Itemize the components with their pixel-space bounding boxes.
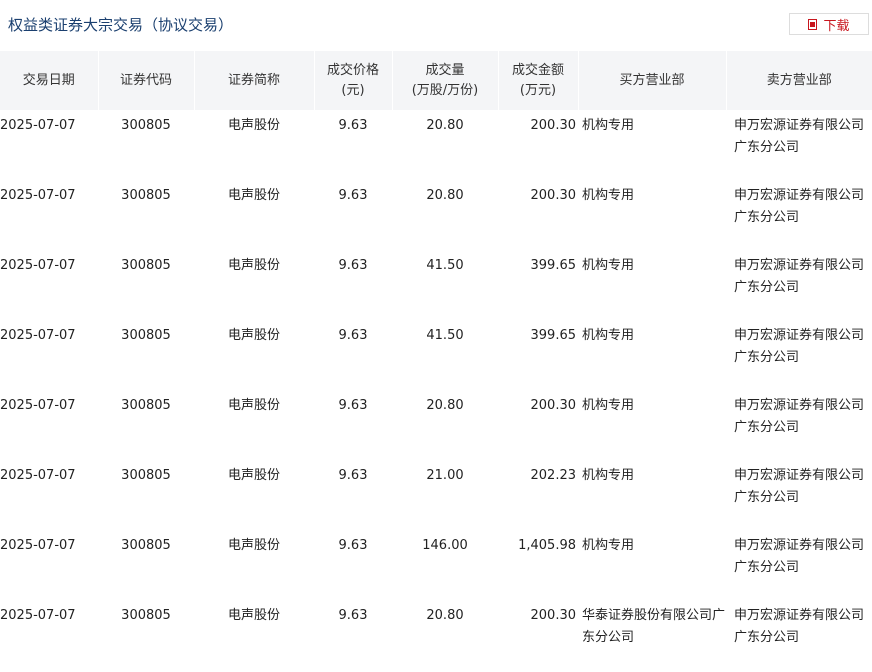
cell-price: 9.63	[338, 118, 368, 133]
table-row: 2025-07-07 300805 电声股份 9.63 20.80 200.30 华泰证券股…	[0, 600, 872, 670]
column-header-trade-volume: 成交量 (万股/万份)	[391, 51, 498, 110]
column-header-trade-amount: 成交金额 (万元)	[497, 51, 578, 110]
cell-code: 300805	[121, 608, 171, 623]
column-header-seller-branch: 卖方营业部	[725, 51, 872, 110]
column-header-trade-price: 成交价格 (元)	[313, 51, 392, 110]
cell-seller: 申万宏源证券有限公司广东分公司	[734, 258, 865, 295]
cell-amount: 202.23	[530, 468, 577, 483]
cell-name: 电声股份	[227, 538, 280, 553]
title-bar: 权益类证券大宗交易（协议交易） 下载	[0, 0, 872, 50]
cell-code: 300805	[121, 118, 171, 133]
column-header-unit: (元)	[341, 82, 365, 98]
column-header-label: 成交金额	[511, 62, 564, 78]
table-row: 2025-07-07 300805 电声股份 9.63 20.80 200.30 机构专用 申…	[0, 390, 872, 460]
cell-seller: 申万宏源证券有限公司广东分公司	[734, 328, 865, 365]
column-header-unit: (万元)	[519, 82, 557, 98]
column-header-label: 卖方营业部	[766, 72, 832, 88]
column-header-security-name: 证券简称	[193, 51, 314, 110]
cell-amount: 200.30	[530, 608, 577, 623]
cell-amount: 399.65	[530, 258, 577, 273]
cell-code: 300805	[121, 538, 171, 553]
cell-amount: 200.30	[530, 188, 577, 203]
cell-volume: 41.50	[426, 328, 464, 343]
cell-code: 300805	[121, 188, 171, 203]
cell-price: 9.63	[338, 468, 368, 483]
block-trade-table: 交易日期 证券代码 证券简称 成交价格 (元) 成交量 (万股/万份) 成交金额 (万元) 买方营…	[0, 51, 872, 670]
download-label: 下载	[823, 18, 850, 34]
cell-price: 9.63	[338, 258, 368, 273]
cell-buyer: 机构专用	[582, 398, 635, 413]
cell-volume: 20.80	[426, 608, 464, 623]
cell-name: 电声股份	[227, 398, 280, 413]
table-row: 2025-07-07 300805 电声股份 9.63 21.00 202.23 机构专用 申…	[0, 460, 872, 530]
cell-code: 300805	[121, 328, 171, 343]
column-header-label: 证券简称	[227, 72, 280, 88]
file-download-icon	[808, 18, 818, 30]
cell-buyer: 机构专用	[582, 538, 635, 553]
cell-name: 电声股份	[227, 188, 280, 203]
cell-buyer: 机构专用	[582, 258, 635, 273]
cell-date: 2025-07-07	[0, 608, 76, 623]
cell-seller: 申万宏源证券有限公司广东分公司	[734, 468, 865, 505]
cell-seller: 申万宏源证券有限公司广东分公司	[734, 118, 865, 155]
cell-price: 9.63	[338, 608, 368, 623]
cell-volume: 20.80	[426, 398, 464, 413]
column-header-label: 成交量	[425, 62, 465, 78]
column-header-label: 成交价格	[326, 62, 379, 78]
table-row: 2025-07-07 300805 电声股份 9.63 41.50 399.65 机构专用 申…	[0, 250, 872, 320]
cell-code: 300805	[121, 398, 171, 413]
cell-amount: 200.30	[530, 118, 577, 133]
column-header-label: 证券代码	[119, 72, 172, 88]
cell-date: 2025-07-07	[0, 398, 76, 413]
cell-date: 2025-07-07	[0, 468, 76, 483]
cell-date: 2025-07-07	[0, 258, 76, 273]
cell-volume: 41.50	[426, 258, 464, 273]
column-header-unit: (万股/万份)	[411, 82, 479, 98]
cell-volume: 20.80	[426, 188, 464, 203]
cell-seller: 申万宏源证券有限公司广东分公司	[734, 608, 865, 645]
cell-volume: 146.00	[422, 538, 468, 553]
cell-buyer: 机构专用	[582, 468, 635, 483]
download-button[interactable]: 下载	[789, 13, 869, 35]
page-title: 权益类证券大宗交易（协议交易）	[8, 16, 234, 34]
table-row: 2025-07-07 300805 电声股份 9.63 20.80 200.30 机构专用 申…	[0, 180, 872, 250]
cell-code: 300805	[121, 468, 171, 483]
cell-name: 电声股份	[227, 608, 280, 623]
cell-name: 电声股份	[227, 118, 280, 133]
cell-buyer: 机构专用	[582, 328, 635, 343]
cell-price: 9.63	[338, 328, 368, 343]
cell-date: 2025-07-07	[0, 538, 76, 553]
cell-name: 电声股份	[227, 258, 280, 273]
table-header-row: 交易日期 证券代码 证券简称 成交价格 (元) 成交量 (万股/万份) 成交金额 (万元) 买方营…	[0, 51, 872, 110]
cell-price: 9.63	[338, 538, 368, 553]
cell-buyer: 华泰证券股份有限公司广东分公司	[582, 608, 726, 645]
column-header-label: 买方营业部	[619, 72, 685, 88]
cell-code: 300805	[121, 258, 171, 273]
cell-amount: 200.30	[530, 398, 577, 413]
cell-amount: 1,405.98	[518, 538, 576, 553]
cell-name: 电声股份	[227, 328, 280, 343]
cell-price: 9.63	[338, 188, 368, 203]
table-row: 2025-07-07 300805 电声股份 9.63 41.50 399.65 机构专用 申…	[0, 320, 872, 390]
column-header-label: 交易日期	[22, 72, 75, 88]
table-row: 2025-07-07 300805 电声股份 9.63 146.00 1,405.98 机构…	[0, 530, 872, 600]
cell-name: 电声股份	[227, 468, 280, 483]
cell-amount: 399.65	[530, 328, 577, 343]
cell-buyer: 机构专用	[582, 118, 635, 133]
table-row: 2025-07-07 300805 电声股份 9.63 20.80 200.30 机构专用 申…	[0, 110, 872, 180]
column-header-trade-date: 交易日期	[0, 51, 98, 110]
cell-seller: 申万宏源证券有限公司广东分公司	[734, 538, 865, 575]
cell-volume: 21.00	[426, 468, 464, 483]
column-header-buyer-branch: 买方营业部	[577, 51, 726, 110]
cell-buyer: 机构专用	[582, 188, 635, 203]
cell-seller: 申万宏源证券有限公司广东分公司	[734, 398, 865, 435]
cell-price: 9.63	[338, 398, 368, 413]
table-body: 2025-07-07 300805 电声股份 9.63 20.80 200.30 机构专用申…	[0, 110, 872, 670]
cell-date: 2025-07-07	[0, 118, 76, 133]
cell-date: 2025-07-07	[0, 328, 76, 343]
column-header-security-code: 证券代码	[97, 51, 194, 110]
cell-seller: 申万宏源证券有限公司广东分公司	[734, 188, 865, 225]
cell-date: 2025-07-07	[0, 188, 76, 203]
cell-volume: 20.80	[426, 118, 464, 133]
